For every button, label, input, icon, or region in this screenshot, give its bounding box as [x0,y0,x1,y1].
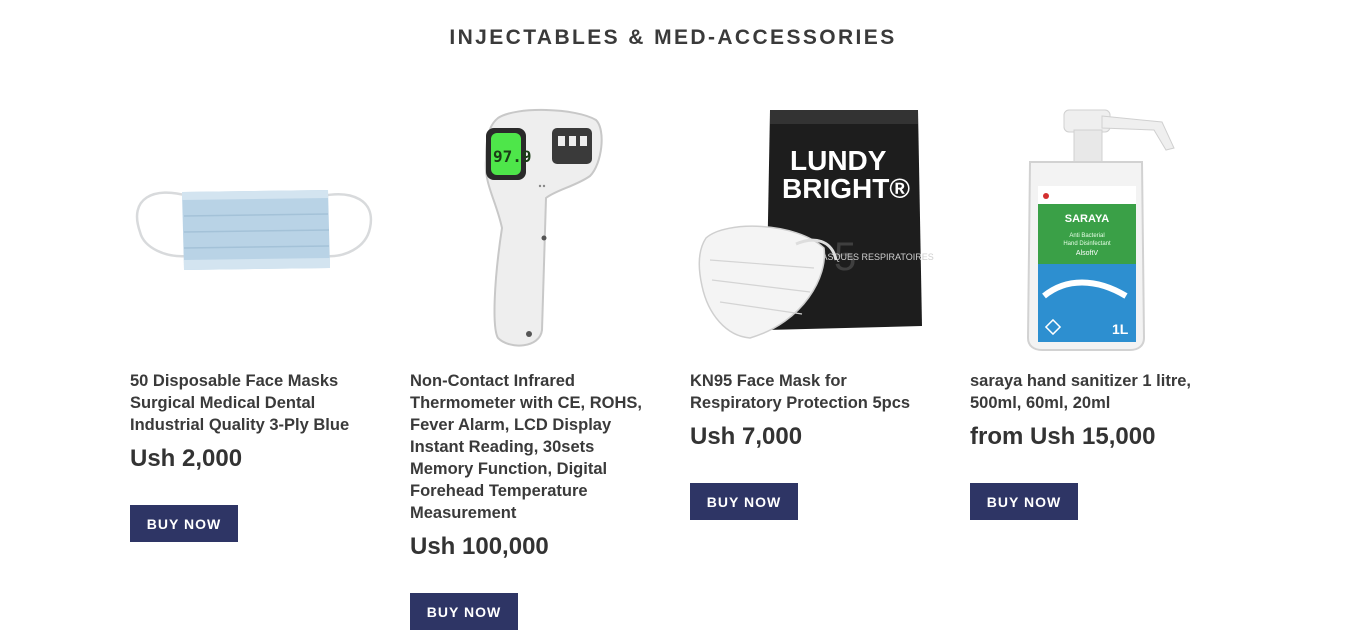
product-image[interactable]: LUNDY BRIGHT® 5 MASQUES RESPIRATOIRES [686,100,938,356]
buy-now-button[interactable]: BUY NOW [970,483,1078,520]
kn95-mask-pack-icon: LUNDY BRIGHT® 5 MASQUES RESPIRATOIRES [698,110,934,339]
product-image[interactable]: SARAYA Anti Bacterial Hand Disinfectant … [966,100,1218,356]
product-price: Ush 100,000 [410,533,549,560]
product-image[interactable] [126,100,378,356]
thermometer-icon: 97.9 [484,108,603,347]
product-title[interactable]: saraya hand sanitizer 1 litre, 500ml, 60… [970,370,1220,414]
bottle-brand: SARAYA [1065,213,1109,225]
bottle-label-line1: Anti Bacterial [1069,233,1104,239]
product-card-sanitizer: SARAYA Anti Bacterial Hand Disinfectant … [970,100,1222,520]
pack-subtitle: MASQUES RESPIRATOIRES [814,252,934,262]
product-card-kn95: LUNDY BRIGHT® 5 MASQUES RESPIRATOIRES KN… [690,100,942,520]
thermometer-reading: 97.9 [493,147,532,166]
product-card-thermometer: 97.9 Non-Contact Infrared Thermometer wi… [410,100,662,630]
bottle-label-line3: AlsoftV [1076,250,1099,257]
product-card-face-masks: 50 Disposable Face Masks Surgical Medica… [130,100,382,542]
face-mask-icon [135,190,373,270]
pack-brand-line1: LUNDY [790,145,887,176]
product-title[interactable]: 50 Disposable Face Masks Surgical Medica… [130,370,380,436]
product-price: Ush 7,000 [690,423,803,450]
bottle-label-line2: Hand Disinfectant [1063,241,1111,247]
product-price: from Ush 15,000 [970,423,1156,450]
buy-now-button[interactable]: BUY NOW [690,483,798,520]
buy-now-button[interactable]: BUY NOW [410,593,518,630]
pack-brand-line2: BRIGHT® [782,173,910,204]
product-title[interactable]: KN95 Face Mask for Respiratory Protectio… [690,370,940,414]
buy-now-button[interactable]: BUY NOW [130,505,238,542]
product-price: Ush 2,000 [130,445,243,472]
product-grid: 50 Disposable Face Masks Surgical Medica… [0,0,1346,630]
bottle-volume: 1L [1112,321,1129,337]
sanitizer-bottle-icon: SARAYA Anti Bacterial Hand Disinfectant … [1026,109,1175,351]
product-image[interactable]: 97.9 [406,100,658,356]
product-title[interactable]: Non-Contact Infrared Thermometer with CE… [410,370,660,524]
